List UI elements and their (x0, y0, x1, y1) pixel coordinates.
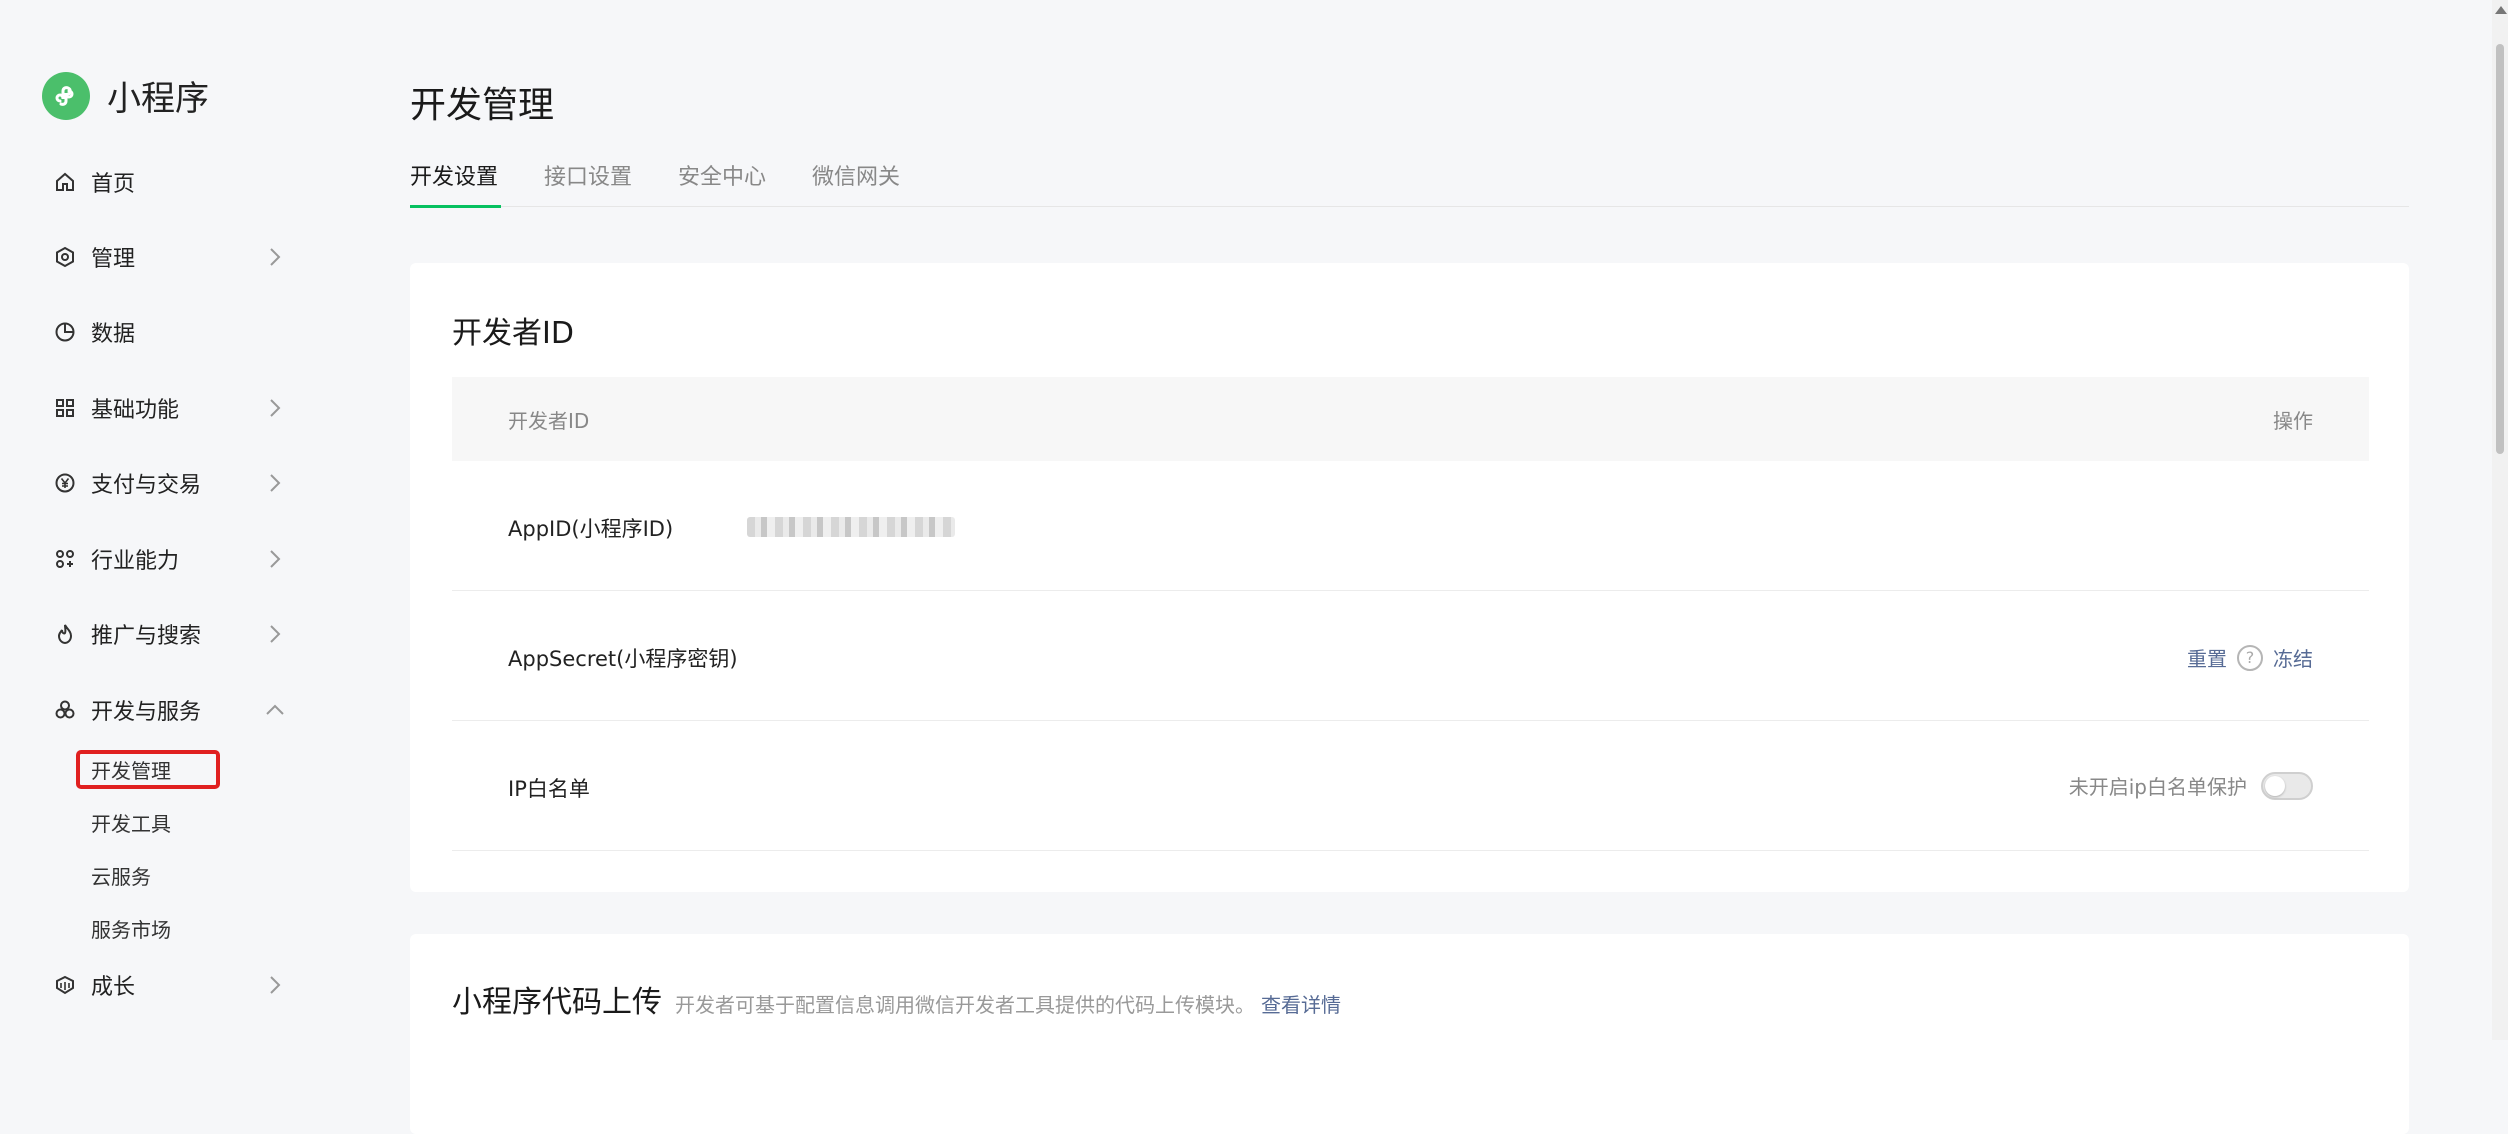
toggle-knob (2265, 775, 2285, 796)
table-header: 开发者ID 操作 (452, 377, 2369, 461)
freeze-link[interactable]: 冻结 (2273, 643, 2313, 672)
chevron-right-icon (264, 397, 286, 419)
ip-whitelist-actions: 未开启ip白名单保护 (2069, 771, 2313, 800)
sidebar-item-label: 推广与搜索 (91, 624, 202, 649)
description-text: 开发者可基于配置信息调用微信开发者工具提供的代码上传模块。 (675, 993, 1255, 1017)
code-upload-card: 小程序代码上传 开发者可基于配置信息调用微信开发者工具提供的代码上传模块。 查看详… (410, 934, 2409, 1134)
sidebar: 小程序 首页 管理 数据 基础功能 支付与交易 行业能力 推广与搜索 开发与服务… (0, 0, 360, 1040)
ip-whitelist-toggle[interactable] (2261, 771, 2313, 800)
chevron-up-icon (264, 699, 286, 721)
row-label: AppID(小程序ID) (508, 517, 674, 541)
chevron-right-icon (264, 548, 286, 570)
sidebar-item-label: 管理 (91, 247, 136, 272)
card-title: 开发者ID (452, 316, 574, 351)
row-label: IP白名单 (508, 777, 590, 801)
sidebar-item-label: 行业能力 (91, 549, 180, 574)
scrollbar-thumb[interactable] (2496, 44, 2504, 454)
chart-pie-icon (52, 319, 78, 345)
sidebar-item-label: 成长 (91, 975, 136, 1000)
tab-wechat-gateway[interactable]: 微信网关 (812, 159, 900, 207)
table-row-ip-whitelist: IP白名单 未开启ip白名单保护 (452, 721, 2369, 851)
sidebar-item-label: 支付与交易 (91, 473, 202, 498)
tab-security-center[interactable]: 安全中心 (678, 159, 766, 207)
tab-label: 开发设置 (410, 165, 499, 190)
help-icon[interactable]: ? (2237, 644, 2263, 671)
sidebar-subitem-dev-tools[interactable]: 开发工具 (91, 805, 171, 839)
sidebar-item-home[interactable]: 首页 (52, 158, 286, 206)
page-title: 开发管理 (410, 85, 555, 126)
chevron-right-icon (264, 623, 286, 645)
tab-bar: 开发设置 接口设置 安全中心 微信网关 (410, 159, 2409, 208)
column-header-developer-id: 开发者ID (508, 409, 590, 433)
appid-value-redacted (747, 517, 955, 537)
sidebar-item-label: 基础功能 (91, 398, 180, 423)
grid-icon (52, 395, 78, 421)
sidebar-item-label: 数据 (91, 322, 136, 347)
tab-api-settings[interactable]: 接口设置 (544, 159, 632, 207)
manage-icon (52, 244, 78, 270)
home-icon (52, 169, 78, 195)
column-header-actions: 操作 (2273, 409, 2313, 433)
card-title: 小程序代码上传 (452, 985, 662, 1020)
chevron-right-icon (264, 246, 286, 268)
sidebar-subitem-service-market[interactable]: 服务市场 (91, 911, 171, 945)
sidebar-item-manage[interactable]: 管理 (52, 233, 286, 281)
growth-icon (52, 972, 78, 998)
scroll-up-arrow-icon[interactable] (2495, 6, 2507, 14)
chevron-right-icon (264, 974, 286, 996)
sidebar-item-growth[interactable]: 成长 (52, 961, 286, 1009)
sidebar-subitem-dev-management[interactable]: 开发管理 (91, 752, 171, 786)
scrollbar[interactable] (2492, 0, 2508, 1040)
sidebar-item-payment[interactable]: 支付与交易 (52, 459, 286, 507)
sidebar-item-dev-service[interactable]: 开发与服务 (52, 686, 286, 734)
developer-id-table: 开发者ID 操作 AppID(小程序ID) AppSecret(小程序密钥) 重… (452, 377, 2369, 851)
brand-name: 小程序 (107, 79, 209, 119)
yen-icon (52, 470, 78, 496)
table-row-appid: AppID(小程序ID) (452, 461, 2369, 591)
sidebar-item-data[interactable]: 数据 (52, 308, 286, 356)
view-details-link[interactable]: 查看详情 (1261, 993, 1341, 1017)
reset-link[interactable]: 重置 (2187, 643, 2227, 672)
card-description: 开发者可基于配置信息调用微信开发者工具提供的代码上传模块。 查看详情 (675, 989, 1341, 1018)
brand[interactable]: 小程序 (42, 71, 209, 120)
active-tab-indicator (410, 205, 501, 208)
sidebar-subitem-cloud-service[interactable]: 云服务 (91, 858, 151, 892)
row-label: AppSecret(小程序密钥) (508, 647, 738, 671)
mini-program-logo-icon (42, 71, 90, 120)
sidebar-item-promotion[interactable]: 推广与搜索 (52, 610, 286, 658)
flame-icon (52, 621, 78, 647)
developer-id-card: 开发者ID 开发者ID 操作 AppID(小程序ID) AppSecret(小程… (410, 263, 2409, 892)
appsecret-actions: 重置 ? 冻结 (2187, 643, 2313, 672)
sidebar-item-industry[interactable]: 行业能力 (52, 535, 286, 583)
tab-dev-settings[interactable]: 开发设置 (410, 159, 501, 208)
dev-service-icon (52, 697, 78, 723)
industry-icon (52, 546, 78, 572)
sidebar-item-label: 首页 (91, 172, 136, 197)
ip-whitelist-status: 未开启ip白名单保护 (2068, 775, 2247, 799)
sidebar-item-basic-features[interactable]: 基础功能 (52, 384, 286, 432)
sidebar-item-label: 开发与服务 (91, 700, 202, 725)
chevron-right-icon (264, 472, 286, 494)
table-row-appsecret: AppSecret(小程序密钥) 重置 ? 冻结 (452, 591, 2369, 721)
